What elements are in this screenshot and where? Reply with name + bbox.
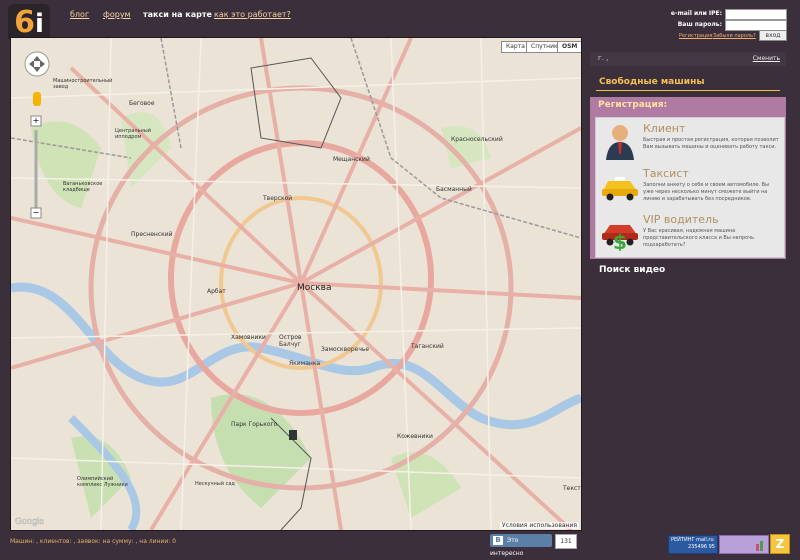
map-terms-link[interactable]: Условия использования xyxy=(499,522,579,529)
zoom-out-button[interactable]: − xyxy=(31,208,41,218)
map-label-landmark: Олимпийский комплекс Лужники xyxy=(77,476,128,488)
city-row: г. , Сменить xyxy=(590,52,786,66)
bar-chart-icon xyxy=(756,541,763,551)
map-label-district: Беговое xyxy=(129,100,155,107)
site-counter-icon[interactable]: Z xyxy=(770,534,790,554)
mail-ru-rating-counter[interactable]: РЕЙТИНГ mail.ru 235496 95 xyxy=(668,535,718,554)
svg-text:$: $ xyxy=(613,230,627,251)
nav-how-it-works[interactable]: как это работает? xyxy=(214,10,291,19)
map-label-landmark: Машиностроительный завод xyxy=(53,78,113,90)
free-cars-heading[interactable]: Свободные машины xyxy=(599,77,704,87)
zoom-in-button[interactable]: + xyxy=(31,116,41,126)
register-taxi-driver-option[interactable]: Таксист Заполни анкету о себе и своем ав… xyxy=(600,167,782,211)
email-field[interactable] xyxy=(725,9,787,20)
role-title[interactable]: Клиент xyxy=(643,122,685,135)
map-label-district: Якиманка xyxy=(289,360,321,367)
map-label-district: Хамовники xyxy=(231,334,266,341)
map-label-district: Таганский xyxy=(411,343,444,350)
taxi-car-icon xyxy=(602,177,638,201)
vk-share-count: 131 xyxy=(555,534,577,549)
register-link[interactable]: Регистрация xyxy=(679,33,713,39)
role-description: Быстрая и простая регистрация, которая п… xyxy=(643,137,779,150)
map-label-district: Красносельский xyxy=(451,136,503,143)
map-label-district: Арбат xyxy=(207,288,226,295)
mail-counter-values: 235496 95 xyxy=(687,544,715,550)
map-label-district: Пресненский xyxy=(131,231,173,238)
map-label-district: Замоскворечье xyxy=(321,346,370,353)
google-logo: Google xyxy=(15,516,44,526)
register-client-option[interactable]: Клиент Быстрая и простая регистрация, ко… xyxy=(600,122,782,164)
change-city-link[interactable]: Сменить xyxy=(753,55,780,62)
register-vip-driver-option[interactable]: $ VIP водитель У Вас красивая, надежная … xyxy=(600,213,782,255)
map-label-center: Москва xyxy=(297,283,332,293)
city-text: г. , xyxy=(598,54,609,62)
map-view[interactable]: Google + − Карта Спутник OSM Москва Бего… xyxy=(10,37,582,531)
nav-taxi-map[interactable]: такси на карте xyxy=(143,10,212,19)
login-button[interactable]: вход xyxy=(759,30,787,41)
map-label-landmark: Нескучный сад xyxy=(195,481,235,487)
map-label-district: Парк Горького xyxy=(231,421,278,428)
password-label: Ваш пароль: xyxy=(677,21,722,28)
vk-share-button[interactable]: В Это интересно xyxy=(490,534,552,557)
map-label-district: Остров Балчуг xyxy=(279,334,302,348)
map-label-district: Кожевники xyxy=(397,433,433,440)
map-label-district: Текст xyxy=(563,485,581,492)
street-view-pegman-icon xyxy=(33,92,41,106)
dollar-car-icon: $ xyxy=(602,225,638,251)
registration-title: Регистрация: xyxy=(598,100,668,110)
role-title[interactable]: Таксист xyxy=(643,167,689,180)
person-icon xyxy=(606,125,634,160)
map-label-district: Мещанский xyxy=(333,156,370,163)
map-type-osm-button[interactable]: OSM xyxy=(557,41,581,53)
video-search-heading[interactable]: Поиск видео xyxy=(599,265,665,275)
stats-line: Машин: , клиентов: , заявок: на сумму: ,… xyxy=(10,538,176,545)
map-label-landmark: Центральный ипподром xyxy=(115,128,151,140)
map-pan-control xyxy=(24,51,50,77)
map-label-landmark: Ваганьковское кладбище xyxy=(63,181,103,193)
map-label-district: Басманный xyxy=(436,186,472,193)
mail-counter-label: РЕЙТИНГ mail.ru xyxy=(671,537,714,543)
liveinternet-counter[interactable] xyxy=(719,535,769,554)
role-title[interactable]: VIP водитель xyxy=(643,213,719,226)
nav-blog[interactable]: блог xyxy=(70,10,89,19)
forgot-password-link[interactable]: Забыли пароль? xyxy=(713,33,756,39)
divider xyxy=(596,90,780,91)
map-canvas[interactable]: Google xyxy=(11,38,581,530)
role-description: Заполни анкету о себе и своем автомобиле… xyxy=(643,182,770,202)
registration-options: Клиент Быстрая и простая регистрация, ко… xyxy=(595,117,785,258)
nav-forum[interactable]: форум xyxy=(103,10,131,19)
email-label: e-mail или IPE: xyxy=(670,10,722,17)
map-label-district: Тверской xyxy=(263,195,293,202)
vk-logo-icon: В xyxy=(493,536,503,545)
role-description: У Вас красивая, надежная машина представ… xyxy=(643,228,755,248)
